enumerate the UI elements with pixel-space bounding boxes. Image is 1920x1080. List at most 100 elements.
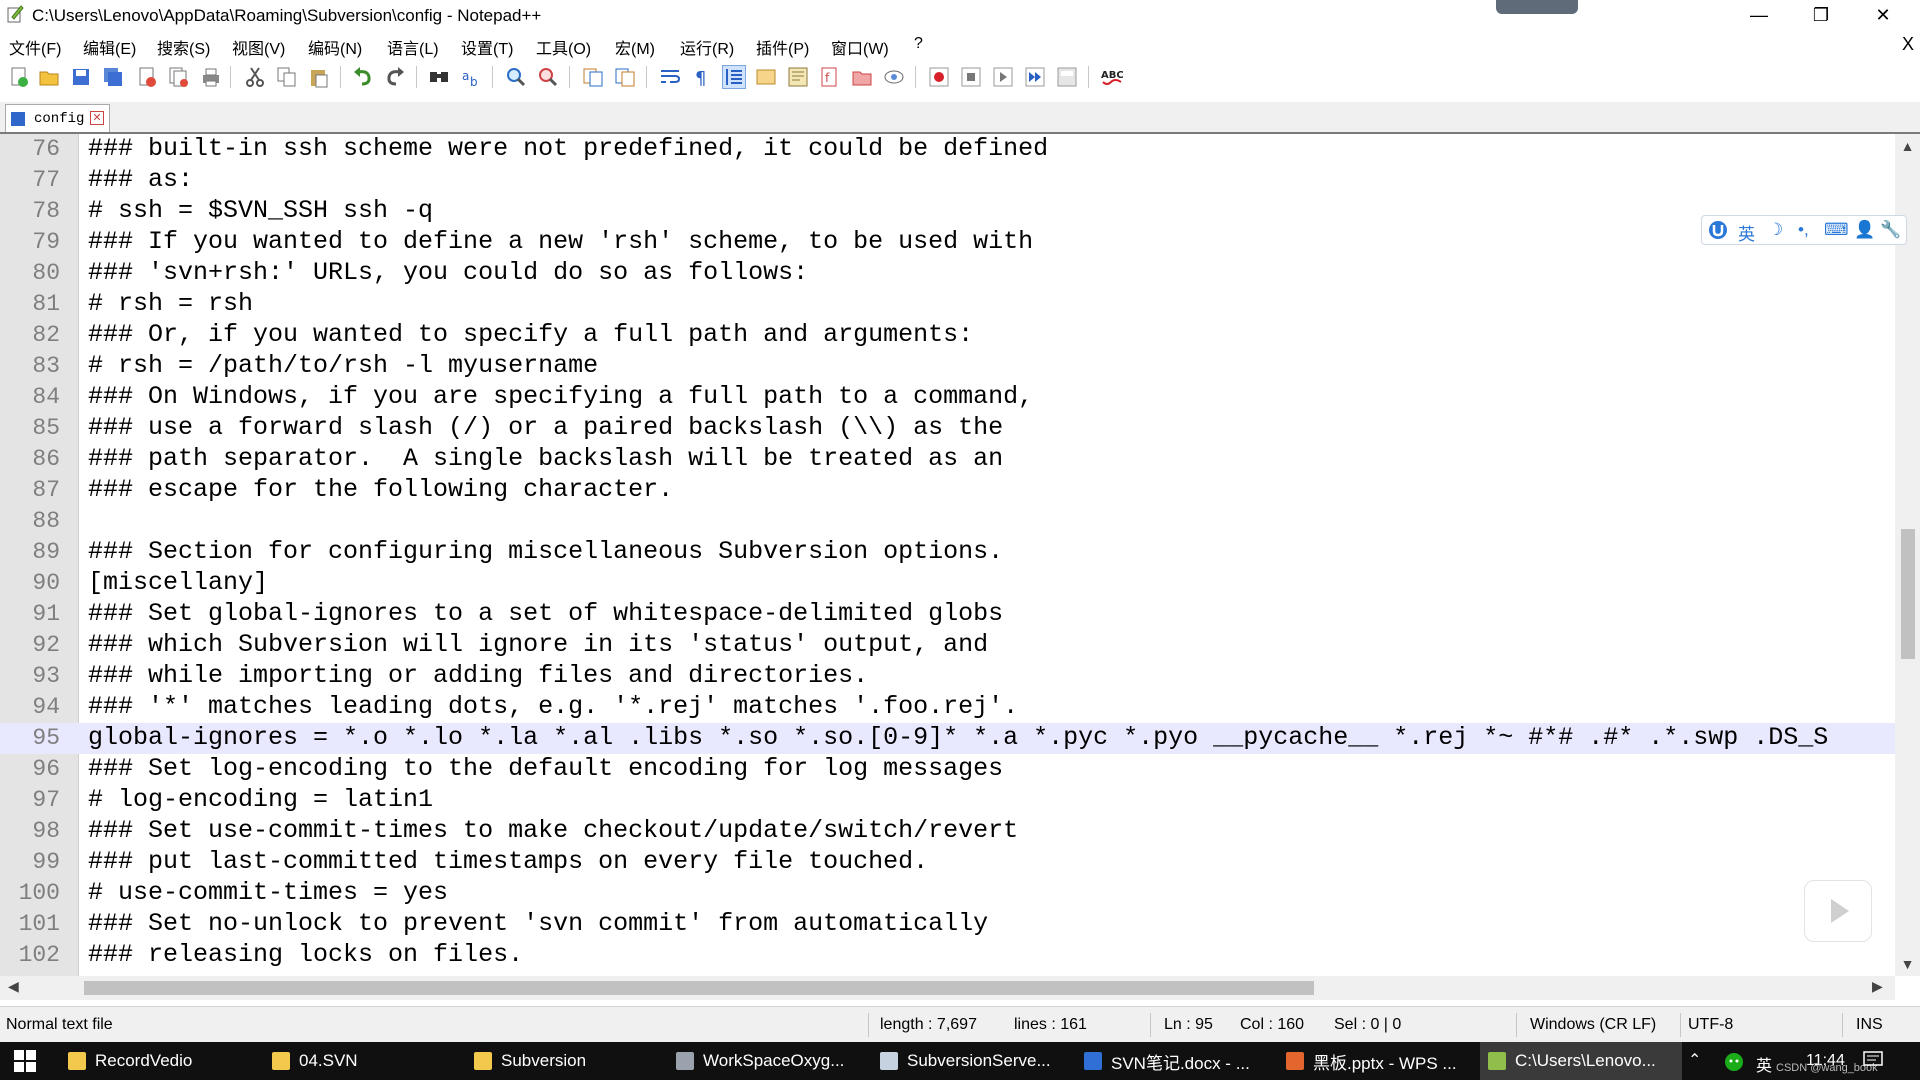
scroll-down-icon[interactable]: ▼ [1895,956,1920,972]
menu-settings[interactable]: 设置(T) [461,35,513,59]
code-line[interactable]: 102 ### releasing locks on files. [0,940,1895,971]
print-icon[interactable] [200,66,222,88]
taskbar-item[interactable]: SubversionServe... [872,1042,1070,1080]
redo-icon[interactable] [384,66,406,88]
code-line[interactable]: 89 ### Section for configuring miscellane… [0,537,1895,568]
line-text[interactable]: ### '*' matches leading dots, e.g. '*.re… [88,692,1018,721]
new-file-icon[interactable] [8,66,30,88]
status-insert-mode[interactable]: INS [1856,1016,1883,1034]
menu-view[interactable]: 视图(V) [232,35,285,59]
taskbar-item[interactable]: 04.SVN [264,1042,460,1080]
menu-plugins[interactable]: 插件(P) [756,35,809,59]
taskbar-item[interactable]: SVN笔记.docx - ... [1076,1042,1272,1080]
ime-indicator[interactable]: 英 [1756,1052,1772,1076]
save-icon[interactable] [70,66,92,88]
scroll-left-icon[interactable]: ◀ [8,978,19,995]
status-column[interactable]: Col : 160 [1240,1016,1304,1034]
code-line[interactable]: 85 ### use a forward slash (/) or a paire… [0,413,1895,444]
chevron-up-icon[interactable]: ⌃ [1688,1050,1701,1070]
vertical-scrollbar[interactable]: ▲ ▼ [1895,134,1920,976]
close-document-button[interactable]: X [1902,34,1914,55]
menu-language[interactable]: 语言(L) [387,35,439,59]
status-encoding[interactable]: UTF-8 [1688,1016,1733,1034]
taskbar-item[interactable]: RecordVedio [60,1042,256,1080]
line-text[interactable]: ### escape for the following character. [88,475,673,504]
code-line[interactable]: 77 ### as: [0,165,1895,196]
sync-horizontal-icon[interactable] [614,66,636,88]
indent-guide-icon[interactable] [722,65,746,89]
code-line[interactable]: 79 ### If you wanted to define a new 'rsh… [0,227,1895,258]
line-text[interactable]: ### built-in ssh scheme were not predefi… [88,134,1048,163]
zoom-in-icon[interactable] [505,66,527,88]
close-all-icon[interactable] [168,66,190,88]
menu-encoding[interactable]: 编码(N) [308,35,362,59]
line-text[interactable]: # rsh = /path/to/rsh -l myusername [88,351,598,380]
ime-logo-icon[interactable] [1708,220,1728,245]
replace-icon[interactable]: ab [460,66,482,89]
document-map-icon[interactable] [787,66,809,88]
line-text[interactable]: ### as: [88,165,193,194]
code-line[interactable]: 96 ### Set log-encoding to the default en… [0,754,1895,785]
line-text[interactable]: ### Set global-ignores to a set of white… [88,599,1003,628]
code-line[interactable]: 94 ### '*' matches leading dots, e.g. '*.… [0,692,1895,723]
paste-icon[interactable] [308,66,330,88]
line-text[interactable]: ### Set no-unlock to prevent 'svn commit… [88,909,988,938]
line-text[interactable]: global-ignores = *.o *.lo *.la *.al .lib… [88,723,1828,752]
code-line[interactable]: 88 [0,506,1895,537]
word-wrap-icon[interactable] [659,66,681,88]
line-text[interactable]: [miscellany] [88,568,268,597]
taskbar-item[interactable]: Subversion [466,1042,662,1080]
spell-check-icon[interactable]: ABC [1101,66,1124,88]
menu-tools[interactable]: 工具(O) [536,35,591,59]
show-all-chars-icon[interactable]: ¶ [691,66,713,89]
code-line[interactable]: 97 # log-encoding = latin1 [0,785,1895,816]
code-line[interactable]: 87 ### escape for the following character… [0,475,1895,506]
wrench-icon[interactable]: 🔧 [1880,220,1901,240]
menu-help[interactable]: ? [914,35,923,53]
taskbar-item[interactable]: 黑板.pptx - WPS ... [1278,1042,1474,1080]
folder-as-workspace-icon[interactable] [851,66,873,88]
line-text[interactable]: # use-commit-times = yes [88,878,448,907]
notification-icon[interactable] [1862,1050,1884,1075]
open-file-icon[interactable] [38,66,60,88]
tab-close-icon[interactable]: ✕ [90,111,104,125]
scroll-up-icon[interactable]: ▲ [1895,138,1920,154]
code-line[interactable]: 90 [miscellany] [0,568,1895,599]
line-text[interactable]: ### On Windows, if you are specifying a … [88,382,1033,411]
code-line[interactable]: 99 ### put last-committed timestamps on e… [0,847,1895,878]
video-play-overlay[interactable] [1804,880,1872,942]
line-text[interactable]: ### Set use-commit-times to make checkou… [88,816,1018,845]
line-text[interactable]: ### Section for configuring miscellaneou… [88,537,1003,566]
menu-macro[interactable]: 宏(M) [615,35,655,59]
user-icon[interactable]: 👤 [1854,220,1875,240]
line-text[interactable]: ### 'svn+rsh:' URLs, you could do so as … [88,258,808,287]
code-line[interactable]: 76 ### built-in ssh scheme were not prede… [0,134,1895,165]
close-file-icon[interactable] [136,66,158,88]
line-text[interactable]: ### use a forward slash (/) or a paired … [88,413,1003,442]
vertical-scroll-thumb[interactable] [1901,529,1915,659]
code-line[interactable]: 93 ### while importing or adding files an… [0,661,1895,692]
record-macro-icon[interactable] [928,66,950,88]
line-text[interactable]: # ssh = $SVN_SSH ssh -q [88,196,433,225]
status-eol[interactable]: Windows (CR LF) [1530,1016,1656,1034]
keyboard-icon[interactable]: ⌨ [1824,220,1849,240]
line-text[interactable]: ### which Subversion will ignore in its … [88,630,988,659]
minimize-button[interactable]: — [1728,0,1790,30]
line-text[interactable]: ### If you wanted to define a new 'rsh' … [88,227,1033,256]
wechat-icon[interactable] [1724,1052,1744,1077]
save-all-icon[interactable] [102,66,124,88]
code-line[interactable]: 78 # ssh = $SVN_SSH ssh -q [0,196,1895,227]
find-icon[interactable] [428,66,450,88]
stop-macro-icon[interactable] [960,66,982,88]
code-line[interactable]: 91 ### Set global-ignores to a set of whi… [0,599,1895,630]
code-line[interactable]: 95 global-ignores = *.o *.lo *.la *.al .l… [0,723,1895,754]
code-line[interactable]: 101 ### Set no-unlock to prevent 'svn com… [0,909,1895,940]
line-text[interactable]: ### Set log-encoding to the default enco… [88,754,1003,783]
status-line-number[interactable]: Ln : 95 [1164,1016,1213,1034]
horizontal-scrollbar[interactable]: ◀ ▶ [0,976,1895,1000]
close-button[interactable]: ✕ [1852,0,1914,30]
status-selection[interactable]: Sel : 0 | 0 [1334,1016,1401,1034]
moon-icon[interactable]: ☽ [1768,220,1783,240]
editor[interactable]: 76 ### built-in ssh scheme were not prede… [0,134,1895,976]
code-line[interactable]: 84 ### On Windows, if you are specifying … [0,382,1895,413]
